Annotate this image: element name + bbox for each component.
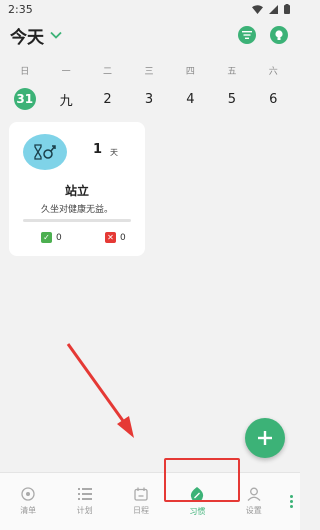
weekday-label: 五 <box>227 67 237 77</box>
status-icons <box>252 4 290 14</box>
date-label: 九 <box>59 93 73 109</box>
date-cell[interactable]: 九 <box>45 90 86 109</box>
fail-count: 0 <box>120 232 126 243</box>
annotation-highlight-box <box>164 458 240 502</box>
target-icon <box>21 487 35 501</box>
status-bar: 2:35 <box>0 0 300 18</box>
page-title: 今天 <box>10 27 44 48</box>
header: 今天 <box>0 20 300 50</box>
standing-habit-icon <box>23 134 67 170</box>
habit-name: 站立 <box>64 184 89 198</box>
person-icon <box>247 487 261 501</box>
battery-icon <box>284 4 290 14</box>
nav-item-plan[interactable]: 计划 <box>56 473 112 530</box>
fail-stat: ✕ 0 <box>105 232 126 243</box>
plus-icon <box>258 431 272 445</box>
date-cell-selected[interactable]: 31 <box>4 88 45 110</box>
nav-label: 习惯 <box>189 506 206 516</box>
date-cell[interactable]: 6 <box>253 92 294 107</box>
nav-label: 设置 <box>245 506 262 515</box>
filter-icon <box>242 31 252 39</box>
date-label: 5 <box>227 91 236 107</box>
signal-icon <box>269 4 278 14</box>
date-label: 3 <box>144 91 154 107</box>
check-icon: ✓ <box>41 232 52 243</box>
date-cell[interactable]: 3 <box>128 92 169 107</box>
done-count: 0 <box>56 232 62 243</box>
nav-item-schedule[interactable]: 日程 <box>113 473 169 530</box>
days-count: 1 <box>93 142 103 157</box>
weekday-label: 三 <box>144 67 154 77</box>
nav-label: 计划 <box>76 506 93 515</box>
list-icon <box>77 488 92 500</box>
filter-button[interactable] <box>238 26 256 44</box>
weekday-label: 四 <box>185 67 195 77</box>
date-label: 4 <box>186 91 195 107</box>
date-label: 6 <box>269 91 278 107</box>
add-habit-button[interactable] <box>245 418 285 458</box>
tips-button[interactable] <box>270 26 288 44</box>
cross-icon: ✕ <box>105 232 116 243</box>
habit-card[interactable]: 1 天 站立 久坐对健康无益。 ✓ 0 ✕ 0 <box>9 122 145 256</box>
habit-description: 久坐对健康无益。 <box>40 205 113 215</box>
date-label: 2 <box>103 91 112 107</box>
hourglass-figure-icon <box>34 144 56 160</box>
weekday-label: 六 <box>268 67 278 77</box>
date-label: 31 <box>13 88 36 110</box>
title-dropdown[interactable]: 今天 <box>10 23 62 48</box>
bottom-nav: 清单 计划 日程 习惯 设置 <box>0 472 300 530</box>
weekday-row: 日 一 二 三 四 五 六 <box>0 64 300 78</box>
habit-progress-bar <box>23 219 131 222</box>
nav-label: 清单 <box>20 506 37 515</box>
date-cell[interactable]: 2 <box>87 92 128 107</box>
date-row: 31 九 2 3 4 5 6 <box>0 87 300 111</box>
days-unit: 天 <box>110 148 118 157</box>
date-cell[interactable]: 5 <box>211 92 252 107</box>
nav-item-todo[interactable]: 清单 <box>0 473 56 530</box>
date-cell[interactable]: 4 <box>170 92 211 107</box>
more-options-icon[interactable] <box>282 473 300 530</box>
chevron-down-icon <box>50 31 62 39</box>
weekday-label: 一 <box>61 67 71 77</box>
wifi-icon <box>252 4 263 14</box>
calendar-icon <box>134 487 148 501</box>
weekday-label: 日 <box>20 67 30 77</box>
lightbulb-icon <box>275 29 283 40</box>
nav-label: 日程 <box>132 506 149 515</box>
done-stat: ✓ 0 <box>41 232 62 243</box>
status-time: 2:35 <box>8 2 33 16</box>
weekday-label: 二 <box>103 67 113 77</box>
